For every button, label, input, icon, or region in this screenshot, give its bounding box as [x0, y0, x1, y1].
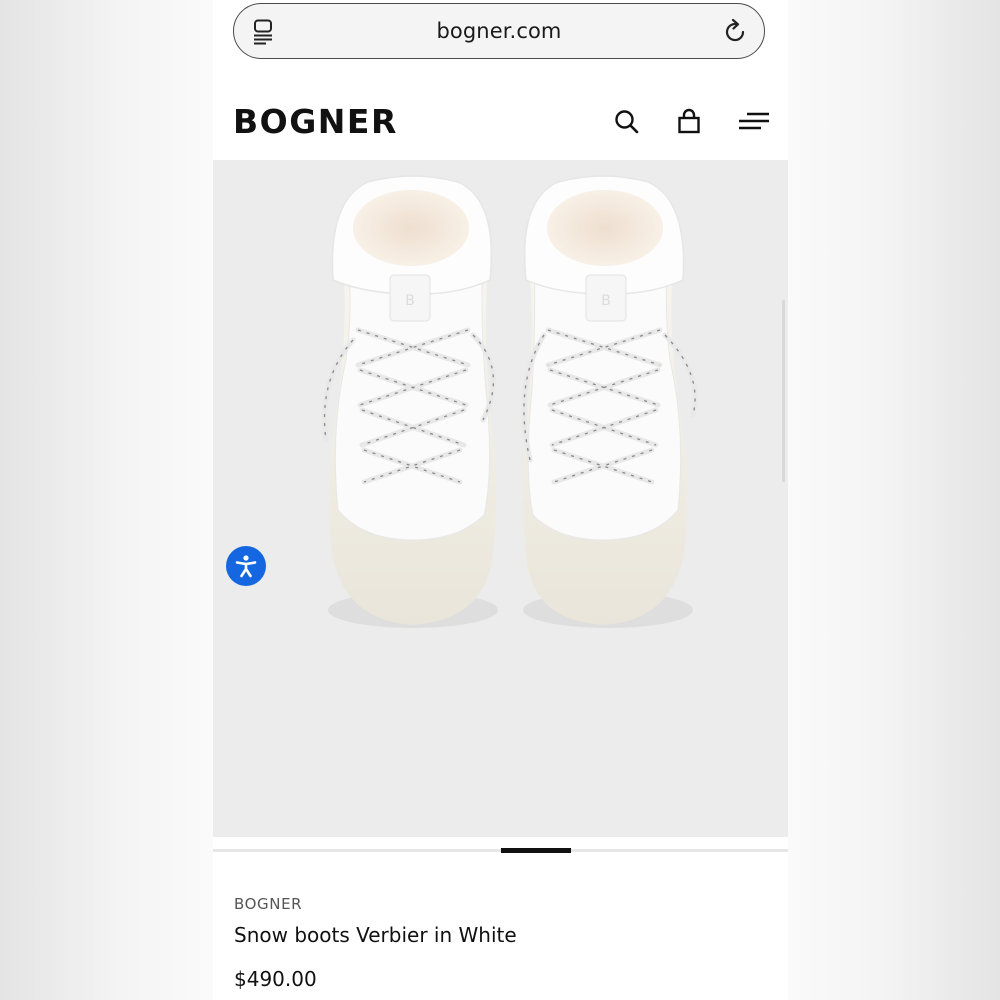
carousel-progress-thumb[interactable]: [501, 848, 571, 853]
white-snow-boots-photo[interactable]: B B: [308, 170, 708, 640]
page-scrollbar[interactable]: [782, 300, 785, 482]
right-boot: B: [521, 175, 698, 628]
product-title: Snow boots Verbier in White: [234, 923, 517, 947]
product-image-gallery[interactable]: B B: [213, 160, 788, 837]
menu-icon[interactable]: [738, 108, 770, 136]
url-text[interactable]: bogner.com: [234, 19, 764, 43]
phone-screen: bogner.com BOGNER B B BOGNER Snow boots …: [213, 0, 788, 1000]
accessibility-icon: [235, 555, 257, 578]
left-boot: B: [322, 175, 498, 628]
search-icon[interactable]: [613, 108, 641, 136]
reload-icon[interactable]: [722, 19, 748, 45]
product-price: $490.00: [234, 967, 317, 991]
address-bar[interactable]: bogner.com: [233, 3, 765, 59]
svg-text:B: B: [405, 293, 415, 309]
brand-logo[interactable]: BOGNER: [233, 102, 398, 141]
shopping-bag-icon[interactable]: [675, 108, 703, 136]
product-brand: BOGNER: [234, 895, 303, 913]
carousel-progress-track[interactable]: [213, 848, 788, 853]
site-header: BOGNER: [213, 62, 788, 160]
svg-text:B: B: [601, 293, 611, 309]
accessibility-button[interactable]: [226, 546, 266, 586]
